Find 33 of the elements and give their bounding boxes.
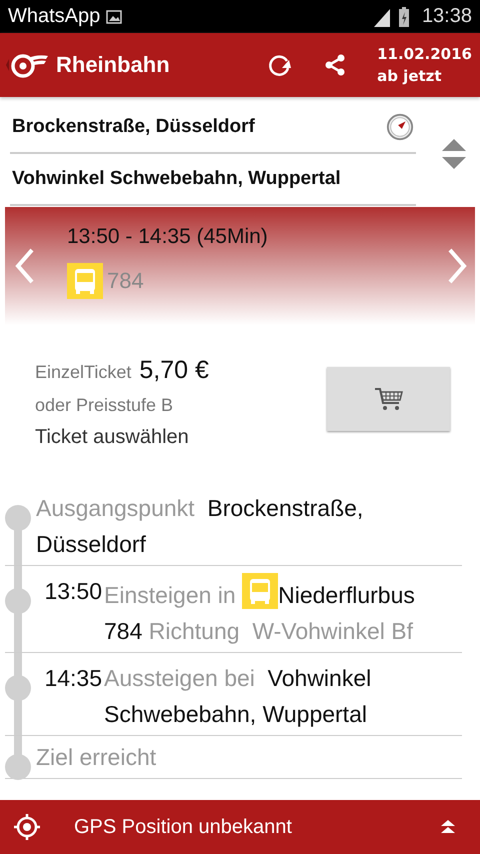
step-time: 13:50 <box>43 577 103 606</box>
bus-icon <box>67 263 103 299</box>
gps-bar[interactable]: GPS Position unbekannt <box>0 800 480 854</box>
bus-icon <box>242 573 278 609</box>
notification-app-name: WhatsApp <box>8 5 100 28</box>
share-icon[interactable] <box>323 53 348 77</box>
location-target-icon <box>13 813 41 841</box>
step-text: Einsteigen in Niederflurbus 784 Richtung W-Vohwinkel Bf <box>104 573 422 649</box>
select-ticket-link[interactable]: Ticket auswählen <box>35 426 189 448</box>
step-text: Aussteigen bei Vohwinkel Schwebebahn, Wuppertal <box>104 664 372 729</box>
step-time: 14:35 <box>43 664 103 693</box>
next-chevron-icon[interactable] <box>447 248 467 284</box>
cart-button[interactable] <box>327 367 450 431</box>
timeline-dot <box>5 505 31 531</box>
battery-icon <box>398 6 410 26</box>
line-number: 784 <box>107 268 144 294</box>
origin-field[interactable]: Brockenstraße, Düsseldorf <box>10 102 416 154</box>
compass-icon[interactable] <box>386 113 414 141</box>
swap-icon[interactable] <box>442 139 466 169</box>
trip-times: 13:50 - 14:35 (45Min) <box>67 225 269 249</box>
expand-up-icon[interactable] <box>440 819 456 835</box>
clock-time: 13:38 <box>422 5 472 28</box>
gps-status: GPS Position unbekannt <box>74 816 293 838</box>
app-title: Rheinbahn <box>56 52 170 78</box>
date-time-button[interactable]: 11.02.2016 ab jetzt <box>377 43 472 87</box>
ticket-type: EinzelTicket <box>35 362 132 382</box>
step-text: Ziel erreicht <box>36 743 156 772</box>
image-icon <box>106 10 122 24</box>
cart-icon <box>374 386 404 412</box>
step-text: Ausgangspunkt Brockenstraße, Düsseldorf <box>36 494 364 559</box>
tariff-level: oder Preisstufe B <box>35 394 174 416</box>
previous-chevron-icon[interactable] <box>15 248 35 284</box>
ticket-price: 5,70 € <box>139 356 209 384</box>
